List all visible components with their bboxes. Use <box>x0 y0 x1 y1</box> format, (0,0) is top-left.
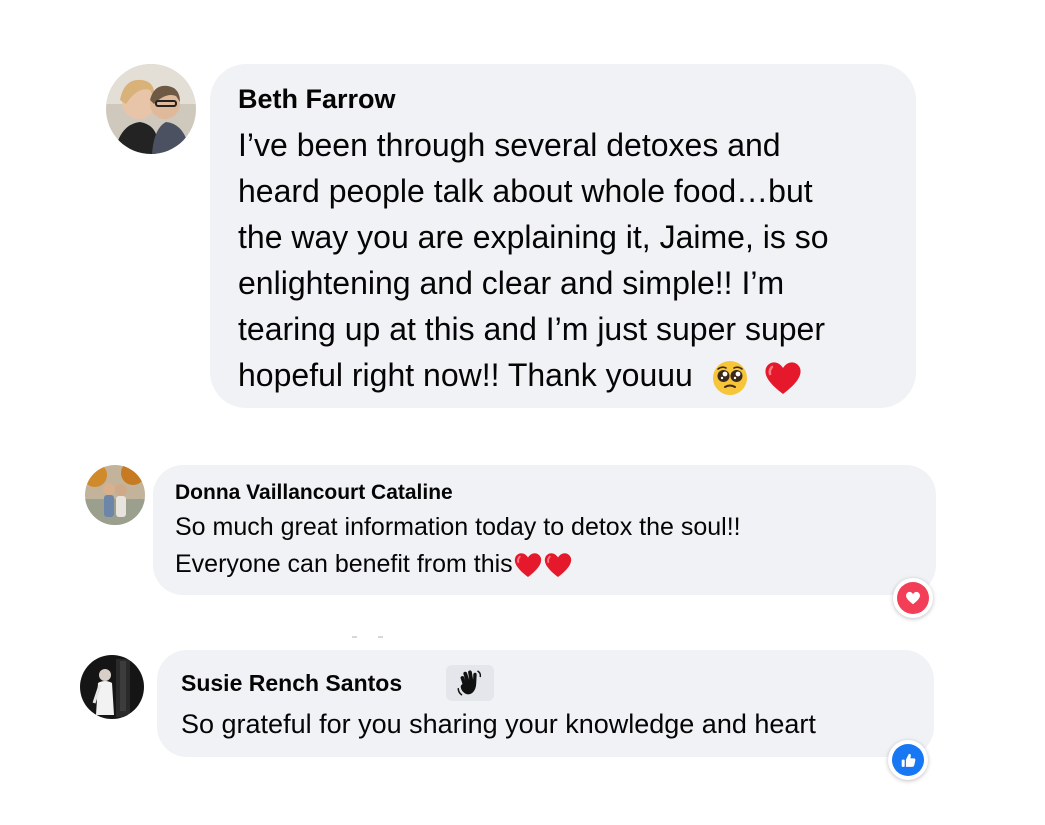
comment-line: So grateful for you sharing your knowled… <box>181 709 816 739</box>
avatar-donna-vaillancourt-cataline[interactable] <box>85 465 145 525</box>
waving-hand-badge[interactable] <box>446 665 494 701</box>
red-heart-emoji <box>763 360 803 396</box>
comment-author[interactable]: Donna Vaillancourt Cataline <box>175 481 453 505</box>
comment-text: So much great information today to detox… <box>175 509 741 583</box>
divider-dots <box>352 636 386 638</box>
heart-icon <box>906 591 920 605</box>
love-reaction[interactable] <box>893 578 933 618</box>
like-reaction[interactable] <box>888 740 928 780</box>
avatar-beth-farrow[interactable] <box>106 64 196 154</box>
comment-line: the way you are explaining it, Jaime, is… <box>238 219 829 255</box>
red-heart-emoji <box>513 551 543 579</box>
red-heart-emoji <box>543 551 573 579</box>
comment-line: heard people talk about whole food…but <box>238 173 813 209</box>
comment-line-last: Everyone can benefit from this <box>175 546 741 583</box>
comment-line: hopeful right now!! Thank youuu <box>238 357 693 393</box>
comment-line-last: hopeful right now!! Thank youuu <box>238 352 829 398</box>
pleading-face-emoji <box>712 360 748 396</box>
comment-bubble-beth-farrow: Beth Farrow I’ve been through several de… <box>210 64 916 408</box>
comment-bubble-susie: Susie Rench Santos So grateful for you s… <box>157 650 934 757</box>
comment-author[interactable]: Beth Farrow <box>238 84 396 115</box>
thumbs-up-icon <box>901 753 915 767</box>
comment-text: I’ve been through several detoxes and he… <box>238 122 829 398</box>
comment-text: So grateful for you sharing your knowled… <box>181 705 816 743</box>
comment-line: Everyone can benefit from this <box>175 550 513 578</box>
comment-line: So much great information today to detox… <box>175 513 741 541</box>
waving-hand-icon <box>457 670 482 696</box>
comment-line: tearing up at this and I’m just super su… <box>238 311 825 347</box>
comment-line: enlightening and clear and simple!! I’m <box>238 265 785 301</box>
comment-bubble-donna: Donna Vaillancourt Cataline So much grea… <box>153 465 936 595</box>
avatar-susie-rench-santos[interactable] <box>80 655 144 719</box>
comment-author[interactable]: Susie Rench Santos <box>181 670 402 697</box>
comment-line: I’ve been through several detoxes and <box>238 127 781 163</box>
